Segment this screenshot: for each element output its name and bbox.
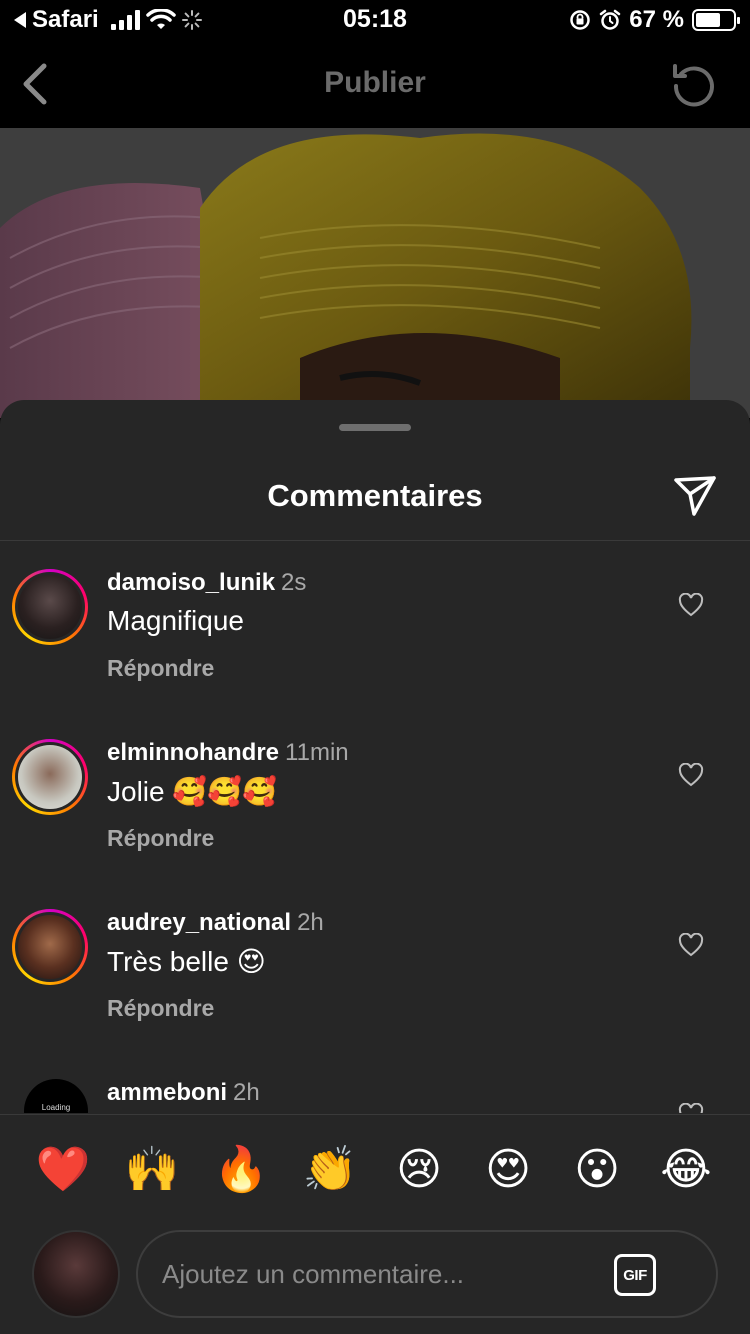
current-user-avatar [32,1230,120,1318]
comment-header: audrey_national 2h [107,909,324,937]
comment-text: Jolie 🥰🥰🥰 [107,776,277,807]
send-icon[interactable] [672,472,718,518]
orientation-lock-icon [570,10,591,30]
avatar-loading-text: Loading [41,1103,71,1112]
comment-header: elminnohandre 11min [107,739,349,767]
comment-input[interactable] [162,1252,602,1296]
comment-header: ammeboni 2h [107,1079,260,1107]
battery-level [696,13,721,27]
reaction-heart-eyes[interactable]: 😍 [476,1140,540,1200]
reaction-heart[interactable]: ❤️ [31,1140,95,1200]
battery-icon [692,9,740,31]
avatar[interactable] [12,569,88,645]
battery-percentage: 67 % [629,6,684,33]
top-nav: Publier [0,40,750,128]
comment-time: 2s [281,569,307,596]
heart-icon[interactable] [678,933,704,957]
comment-item: audrey_national 2h Très belle 😍 Répondre [0,881,750,1051]
comment-time: 11min [285,739,349,766]
comment-username[interactable]: ammeboni [107,1079,227,1106]
divider [0,1114,750,1115]
sheet-grabber[interactable] [339,424,411,431]
comment-username[interactable]: damoiso_lunik [107,569,275,596]
alarm-icon [600,9,621,30]
sheet-title: Commentaires [267,478,483,513]
reaction-cry[interactable]: 😢 [387,1140,451,1200]
heart-icon[interactable] [678,593,704,617]
reply-button[interactable]: Répondre [107,655,214,682]
heart-icon[interactable] [678,1103,704,1113]
reply-button[interactable]: Répondre [107,995,214,1022]
reply-button[interactable]: Répondre [107,825,214,852]
comment-header: damoiso_lunik 2s [107,569,306,597]
comment-item: elminnohandre 11min Jolie 🥰🥰🥰 Répondre [0,711,750,881]
quick-reactions: ❤️ 🙌 🔥 👏 😢 😍 😮 😂 [0,1140,750,1200]
comment-time: 2h [233,1079,260,1106]
comment-item: Loading ammeboni 2h [0,1051,750,1113]
avatar[interactable] [12,909,88,985]
refresh-icon[interactable] [670,60,718,108]
comment-text: Magnifique [107,605,244,636]
comments-sheet: Commentaires damoiso_lunik 2s Magnifique … [0,400,750,1334]
avatar[interactable] [12,739,88,815]
nav-title: Publier [324,66,426,99]
comments-list[interactable]: damoiso_lunik 2s Magnifique Répondre elmi… [0,541,750,1113]
comment-text: Très belle 😍 [107,946,266,977]
reaction-laugh[interactable]: 😂 [654,1140,718,1200]
comment-composer: GIF [136,1230,718,1318]
post-photo-image [0,128,750,418]
status-bar: Safari 05:18 67 % [0,0,750,40]
post-photo [0,128,750,418]
gif-button[interactable]: GIF [614,1254,656,1296]
comment-username[interactable]: elminnohandre [107,739,279,766]
reaction-surprised[interactable]: 😮 [565,1140,629,1200]
comment-time: 2h [297,909,324,936]
avatar[interactable]: Loading [24,1079,88,1113]
heart-icon[interactable] [678,763,704,787]
reaction-raised-hands[interactable]: 🙌 [120,1140,184,1200]
reaction-clap[interactable]: 👏 [298,1140,362,1200]
status-right: 67 % [569,6,740,34]
reaction-fire[interactable]: 🔥 [209,1140,273,1200]
comment-username[interactable]: audrey_national [107,909,291,936]
comment-item: damoiso_lunik 2s Magnifique Répondre [0,541,750,711]
